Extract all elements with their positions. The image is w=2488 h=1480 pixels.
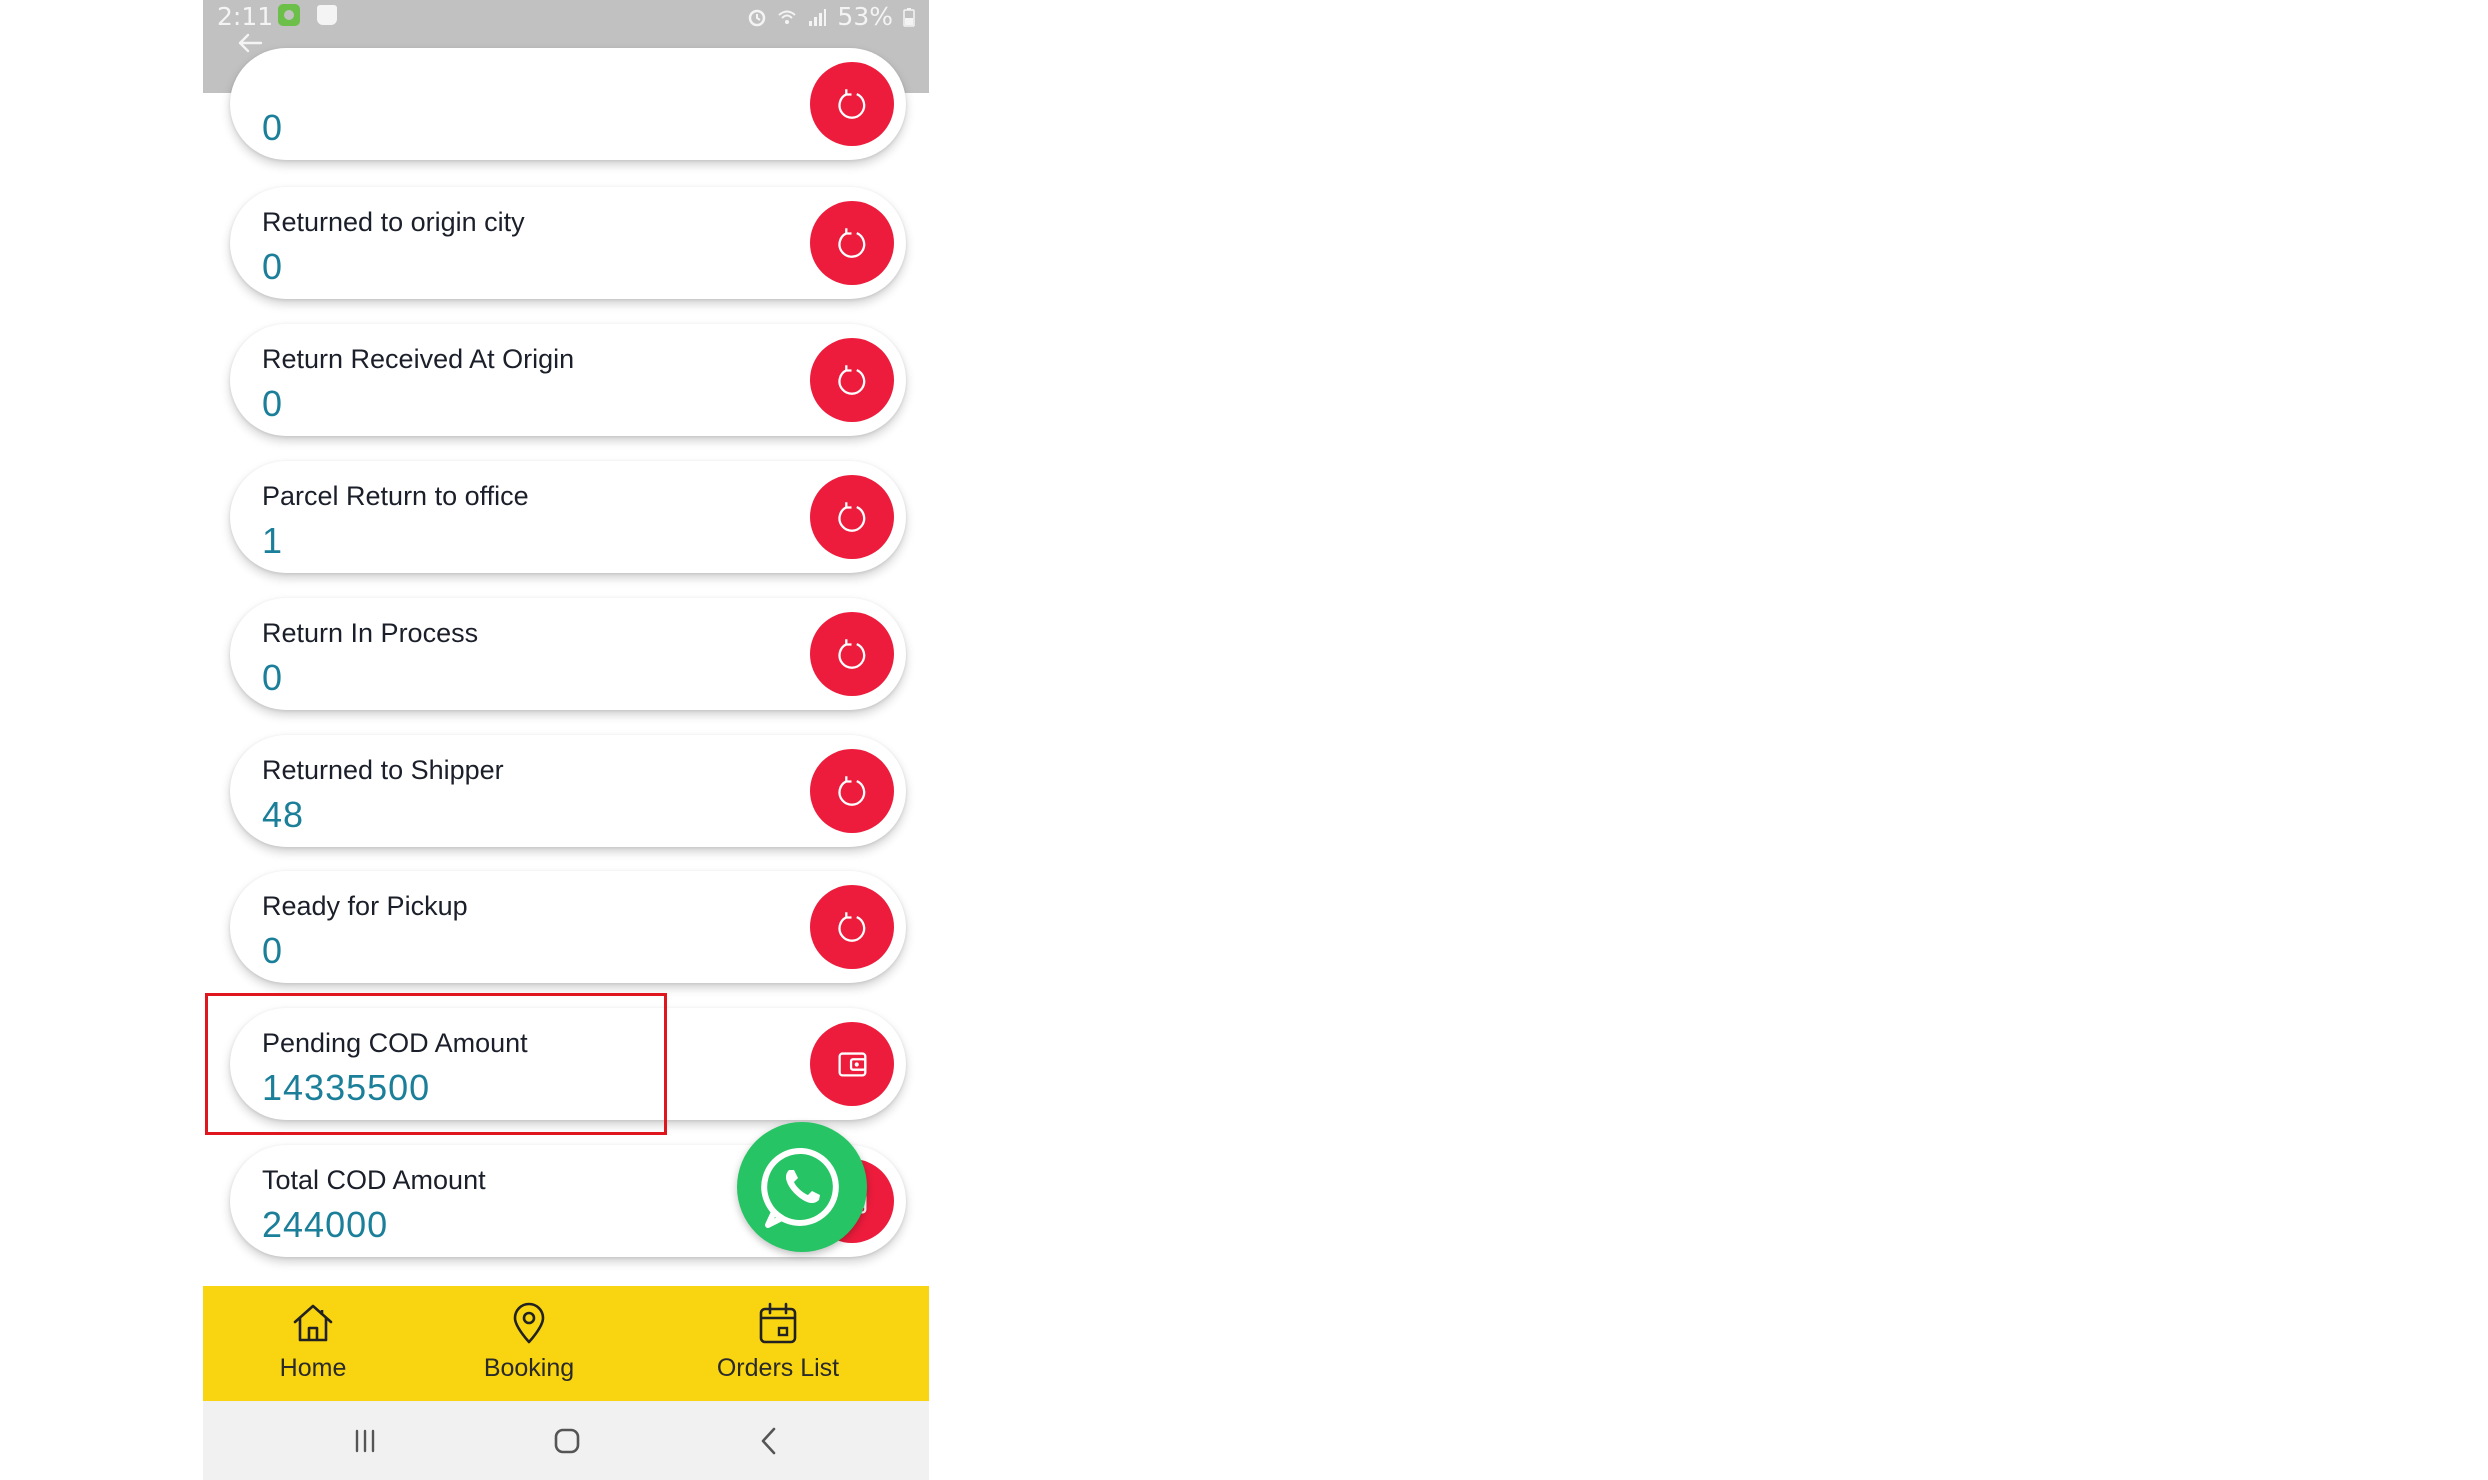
- refresh-icon: [838, 912, 866, 942]
- nav-label-booking: Booking: [483, 1354, 575, 1382]
- card-value: 1: [262, 520, 284, 561]
- android-nav-bar: [203, 1401, 929, 1480]
- card-label: Total COD Amount: [262, 1165, 486, 1195]
- nav-item-booking[interactable]: Booking: [459, 1286, 599, 1401]
- card-label: Returned to Shipper: [262, 755, 504, 785]
- status-card-returned-to-shipper[interactable]: Returned to Shipper 48: [230, 735, 906, 847]
- wifi-icon: [778, 10, 797, 24]
- status-right: 53%: [747, 2, 915, 31]
- refresh-button[interactable]: [810, 749, 894, 833]
- status-card-partial[interactable]: 0: [230, 48, 906, 160]
- home-button-icon[interactable]: [547, 1421, 587, 1461]
- card-label: Returned to origin city: [262, 207, 525, 237]
- card-value: 244000: [262, 1204, 389, 1245]
- phone-screen: 2:11 53% 0 Returned to origin city 0 Ret…: [203, 0, 929, 1480]
- refresh-button[interactable]: [810, 338, 894, 422]
- calendar-icon: [759, 1302, 797, 1344]
- wallet-button[interactable]: [810, 1022, 894, 1106]
- refresh-icon: [838, 365, 866, 395]
- status-card-return-received-at-origin[interactable]: Return Received At Origin 0: [230, 324, 906, 436]
- card-value: 0: [262, 930, 284, 971]
- nav-item-orders-list[interactable]: Orders List: [683, 1286, 873, 1401]
- refresh-button[interactable]: [810, 475, 894, 559]
- recent-apps-icon[interactable]: [345, 1421, 385, 1461]
- home-icon: [293, 1304, 333, 1342]
- location-pin-icon: [513, 1302, 545, 1344]
- status-card-parcel-return-to-office[interactable]: Parcel Return to office 1: [230, 461, 906, 573]
- whatsapp-button[interactable]: [737, 1122, 867, 1252]
- shopping-bag-icon: [317, 5, 337, 25]
- signal-icon: [809, 8, 827, 26]
- status-card-return-in-process[interactable]: Return In Process 0: [230, 598, 906, 710]
- status-card-returned-to-origin-city[interactable]: Returned to origin city 0: [230, 187, 906, 299]
- card-label: Return In Process: [262, 618, 479, 648]
- card-value: 48: [262, 794, 305, 835]
- whatsapp-icon: [761, 1147, 839, 1228]
- card-value: 0: [262, 383, 284, 424]
- refresh-button[interactable]: [810, 612, 894, 696]
- card-label: Parcel Return to office: [262, 481, 529, 511]
- bottom-navigation: Home Booking Orders List: [203, 1286, 929, 1401]
- refresh-icon: [838, 639, 866, 669]
- refresh-button[interactable]: [810, 201, 894, 285]
- card-value: 0: [262, 107, 284, 148]
- back-button-icon[interactable]: [750, 1421, 790, 1461]
- refresh-button[interactable]: [810, 62, 894, 146]
- refresh-icon: [838, 89, 866, 119]
- battery-icon: [903, 7, 915, 27]
- refresh-icon: [838, 502, 866, 532]
- card-value: 0: [262, 657, 284, 698]
- alarm-icon: [749, 9, 766, 26]
- nav-item-home[interactable]: Home: [243, 1286, 383, 1401]
- card-label: Return Received At Origin: [262, 344, 575, 374]
- highlight-box: [205, 993, 667, 1135]
- app-notification-icon: [278, 4, 300, 26]
- refresh-button[interactable]: [810, 885, 894, 969]
- status-card-ready-for-pickup[interactable]: Ready for Pickup 0: [230, 871, 906, 983]
- nav-label-orders-list: Orders List: [716, 1354, 840, 1382]
- nav-label-home: Home: [279, 1354, 347, 1382]
- refresh-icon: [838, 776, 866, 806]
- refresh-icon: [838, 228, 866, 258]
- card-value: 0: [262, 246, 284, 287]
- card-label: Ready for Pickup: [262, 891, 468, 921]
- wallet-icon: [838, 1052, 867, 1077]
- battery-percent: 53%: [837, 2, 893, 31]
